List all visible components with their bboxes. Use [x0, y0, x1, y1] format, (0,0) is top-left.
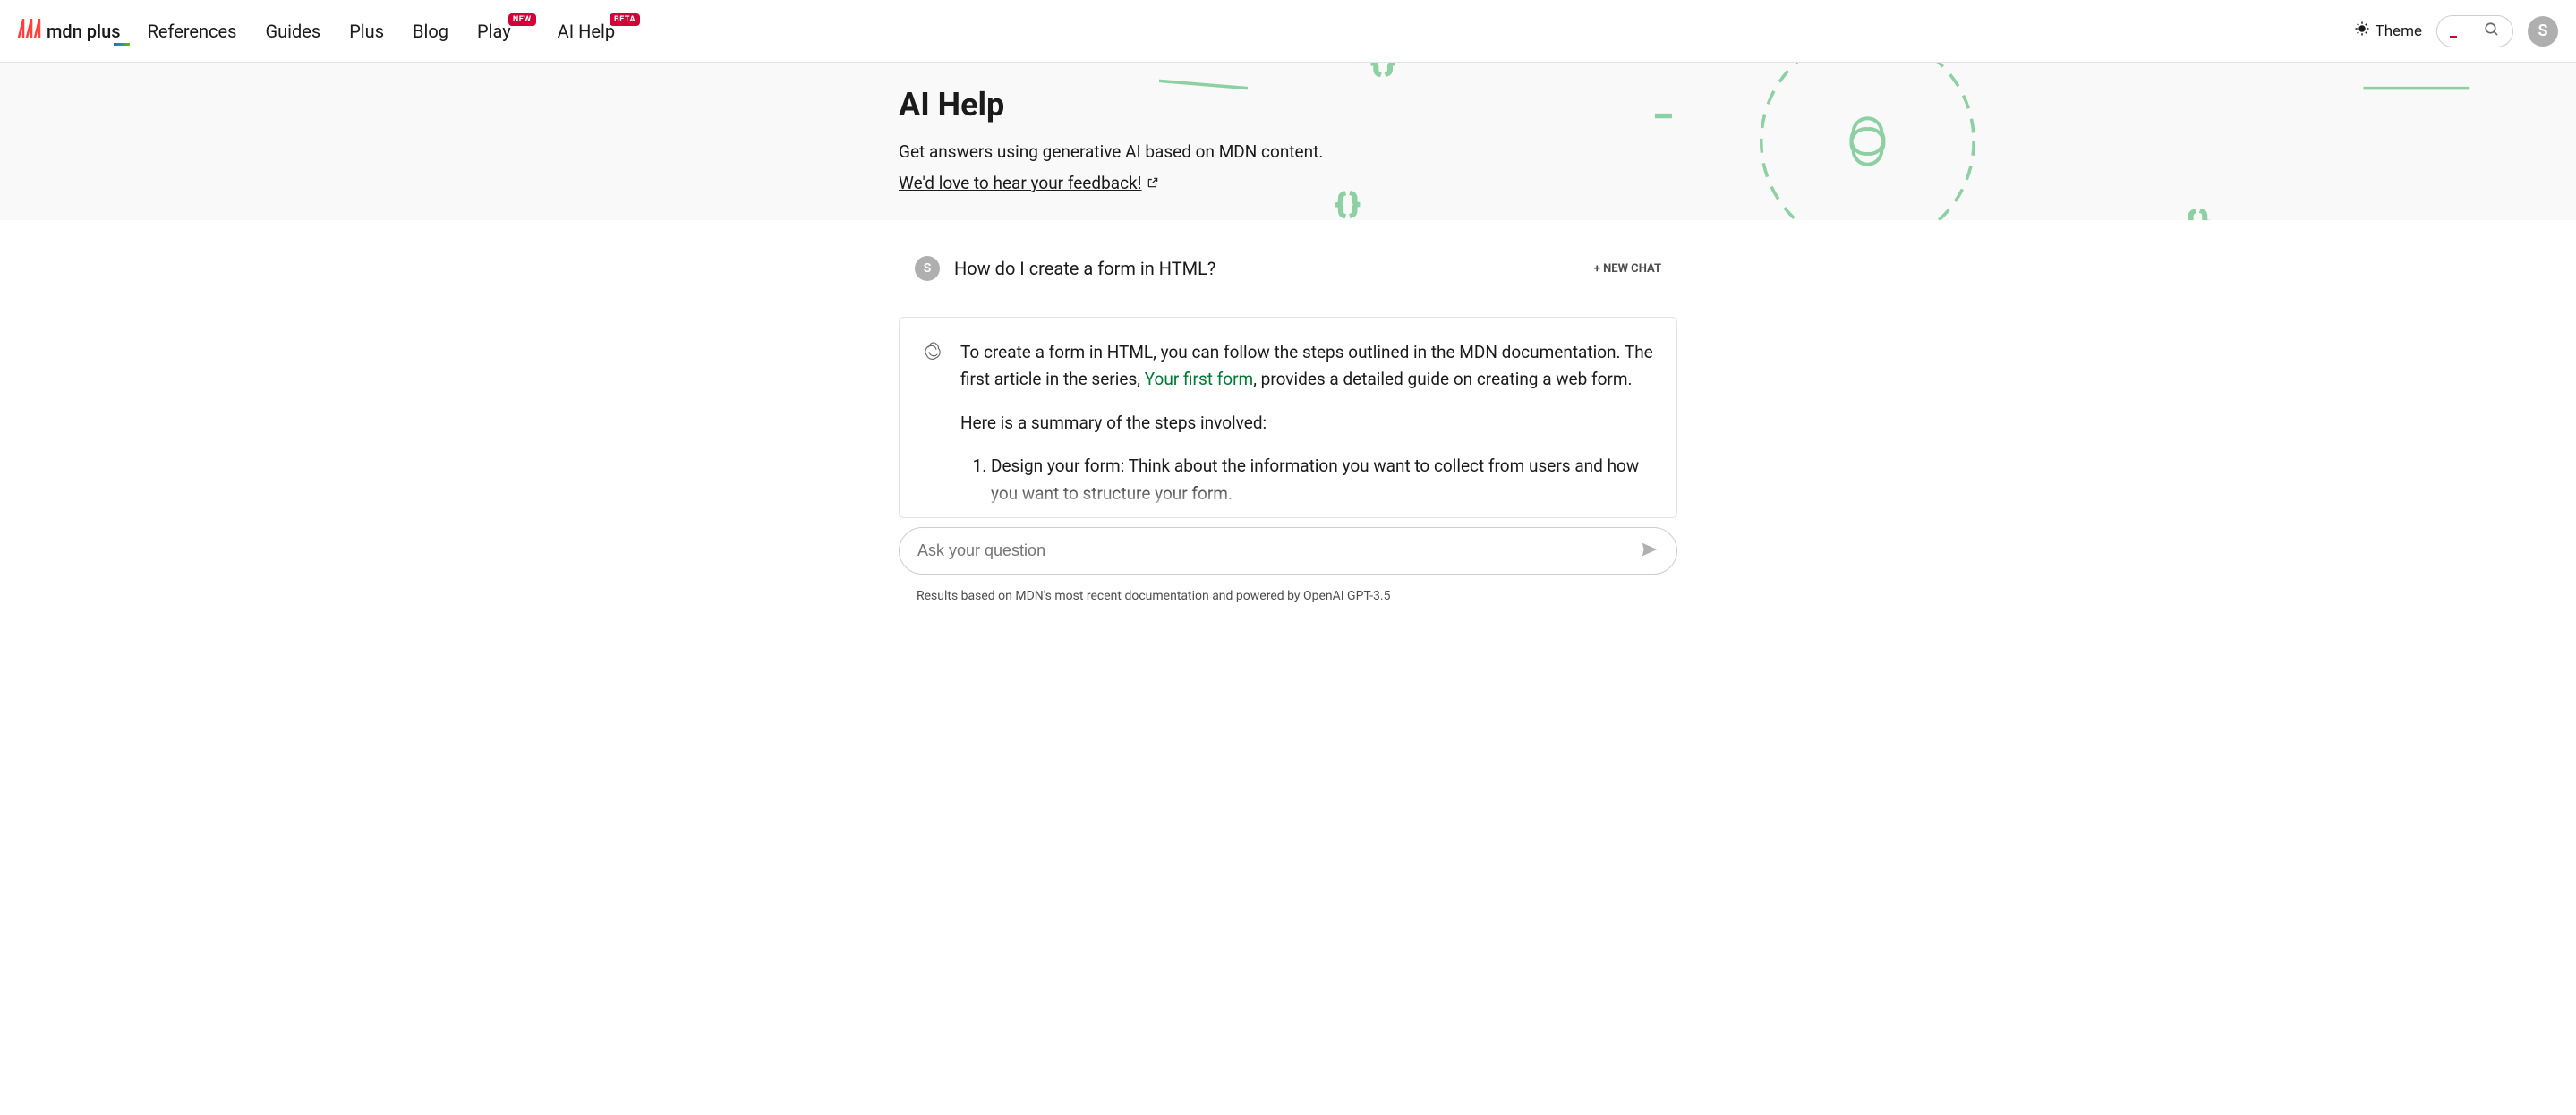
answer-intro: To create a form in HTML, you can follow… — [960, 339, 1655, 394]
badge-beta: BETA — [610, 13, 640, 26]
svg-text:{ }: { } — [1336, 189, 1360, 218]
openai-icon — [921, 339, 944, 496]
logo-underline — [114, 43, 130, 46]
answer-content: To create a form in HTML, you can follow… — [960, 339, 1655, 496]
new-chat-button[interactable]: + NEW CHAT — [1594, 262, 1661, 276]
logo[interactable]: mdn plus — [18, 19, 121, 43]
badge-new: NEW — [508, 13, 536, 26]
nav-play-label: Play — [477, 21, 511, 42]
search-cursor: _ — [2450, 21, 2457, 40]
answer-steps: Design your form: Think about the inform… — [960, 453, 1655, 518]
nav-blog[interactable]: Blog — [413, 21, 448, 42]
theme-toggle[interactable]: Theme — [2354, 21, 2422, 41]
hero-banner: { } { } + + — { } { } + + AI Help Get an… — [0, 63, 2576, 220]
footer-disclaimer: Results based on MDN's most recent docum… — [899, 575, 1677, 610]
nav-plus[interactable]: Plus — [349, 21, 384, 42]
header-right: Theme _ S — [2354, 15, 2558, 47]
answer-step: Implement the form using HTML elements: … — [991, 515, 1655, 518]
answer-intro-post: , provides a detailed guide on creating … — [1253, 369, 1632, 389]
nav-play[interactable]: Play NEW — [477, 21, 511, 42]
answer-step: Design your form: Think about the inform… — [991, 453, 1655, 507]
page-title: AI Help — [899, 86, 1677, 123]
logo-icon — [18, 19, 41, 43]
user-avatar[interactable]: S — [2528, 16, 2558, 47]
feedback-link[interactable]: We'd love to hear your feedback! — [899, 173, 1159, 193]
nav-aihelp-label: AI Help — [558, 21, 615, 42]
feedback-text: We'd love to hear your feedback! — [899, 173, 1142, 193]
external-link-icon — [1147, 173, 1159, 193]
send-button[interactable] — [1640, 540, 1659, 563]
nav-guides[interactable]: Guides — [265, 21, 320, 42]
logo-text: mdn plus — [47, 21, 121, 42]
answer-summary-label: Here is a summary of the steps involved: — [960, 410, 1655, 437]
search-icon — [2484, 21, 2500, 41]
search-box[interactable]: _ — [2436, 15, 2513, 47]
input-row — [899, 527, 1677, 575]
header-left: mdn plus References Guides Plus Blog Pla… — [18, 19, 615, 43]
theme-label: Theme — [2376, 22, 2422, 40]
sun-icon — [2354, 21, 2370, 41]
hero-subtitle: Get answers using generative AI based on… — [899, 141, 1677, 162]
question-avatar: S — [915, 256, 940, 281]
nav-references[interactable]: References — [148, 21, 237, 42]
question-row: S How do I create a form in HTML? + NEW … — [899, 256, 1677, 281]
main-header: mdn plus References Guides Plus Blog Pla… — [0, 0, 2576, 63]
svg-text:{ }: { } — [2187, 207, 2210, 220]
question-left: S How do I create a form in HTML? — [915, 256, 1215, 281]
chat-area: S How do I create a form in HTML? + NEW … — [899, 220, 1677, 610]
hero-content: AI Help Get answers using generative AI … — [899, 86, 1677, 193]
svg-text:{ }: { } — [1372, 63, 1395, 77]
answer-link[interactable]: Your first form — [1145, 369, 1254, 389]
question-input[interactable] — [899, 527, 1677, 575]
answer-panel: To create a form in HTML, you can follow… — [899, 317, 1677, 518]
question-text: How do I create a form in HTML? — [954, 258, 1215, 279]
main-nav: References Guides Plus Blog Play NEW AI … — [148, 21, 616, 42]
nav-aihelp[interactable]: AI Help BETA — [558, 21, 615, 42]
